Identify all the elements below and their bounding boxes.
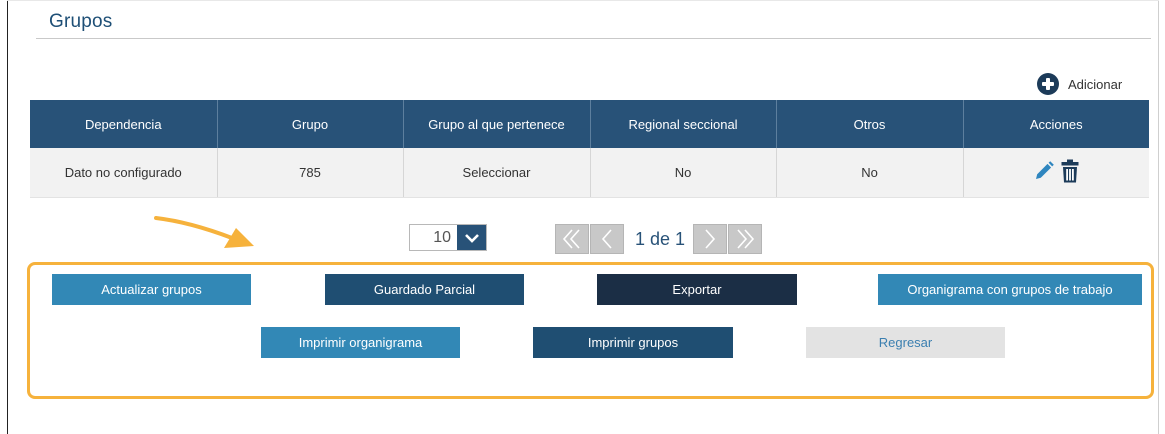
window-border-left bbox=[7, 0, 8, 434]
cell-dependencia: Dato no configurado bbox=[30, 148, 217, 198]
title-divider bbox=[36, 38, 1151, 39]
plus-circle-icon bbox=[1037, 73, 1059, 95]
groups-table: Dependencia Grupo Grupo al que pertenece… bbox=[30, 100, 1149, 198]
highlight-arrow-icon bbox=[154, 216, 254, 248]
column-header-acciones: Acciones bbox=[962, 100, 1149, 148]
pagination: 1 de 1 bbox=[555, 224, 763, 254]
table-row: Dato no configurado 785 Seleccionar No N… bbox=[30, 148, 1149, 198]
cell-pertenece[interactable]: Seleccionar bbox=[402, 148, 590, 198]
page-size-select[interactable]: 10 bbox=[409, 224, 487, 251]
back-button[interactable]: Regresar bbox=[806, 327, 1005, 358]
org-chart-workgroups-button[interactable]: Organigrama con grupos de trabajo bbox=[878, 274, 1142, 305]
cell-acciones bbox=[962, 148, 1149, 198]
column-header-grupo: Grupo bbox=[216, 100, 403, 148]
table-header-row: Dependencia Grupo Grupo al que pertenece… bbox=[30, 100, 1149, 148]
page-indicator: 1 de 1 bbox=[635, 228, 686, 249]
export-button[interactable]: Exportar bbox=[597, 274, 797, 305]
window-border-top bbox=[7, 0, 1159, 1]
cell-grupo: 785 bbox=[216, 148, 403, 198]
cell-otros: No bbox=[775, 148, 963, 198]
cell-regional: No bbox=[589, 148, 776, 198]
section-title: Grupos bbox=[49, 11, 113, 32]
first-page-icon[interactable] bbox=[555, 224, 589, 254]
window-border-right bbox=[1158, 0, 1159, 434]
add-label: Adicionar bbox=[1068, 76, 1123, 92]
chevron-down-icon[interactable] bbox=[457, 225, 486, 250]
page-size-value: 10 bbox=[433, 228, 451, 246]
print-groups-button[interactable]: Imprimir grupos bbox=[533, 327, 733, 358]
delete-icon[interactable] bbox=[1061, 159, 1079, 186]
column-header-regional: Regional seccional bbox=[589, 100, 776, 148]
column-header-pertenece: Grupo al que pertenece bbox=[402, 100, 590, 148]
column-header-otros: Otros bbox=[775, 100, 963, 148]
next-page-icon[interactable] bbox=[693, 224, 728, 254]
last-page-icon[interactable] bbox=[728, 224, 763, 254]
edit-icon[interactable] bbox=[1033, 160, 1055, 185]
partial-save-button[interactable]: Guardado Parcial bbox=[325, 274, 524, 305]
column-header-dependencia: Dependencia bbox=[30, 100, 217, 148]
add-button[interactable]: Adicionar bbox=[1037, 72, 1122, 96]
print-org-chart-button[interactable]: Imprimir organigrama bbox=[261, 327, 460, 358]
update-groups-button[interactable]: Actualizar grupos bbox=[52, 274, 251, 305]
prev-page-icon[interactable] bbox=[590, 224, 624, 254]
